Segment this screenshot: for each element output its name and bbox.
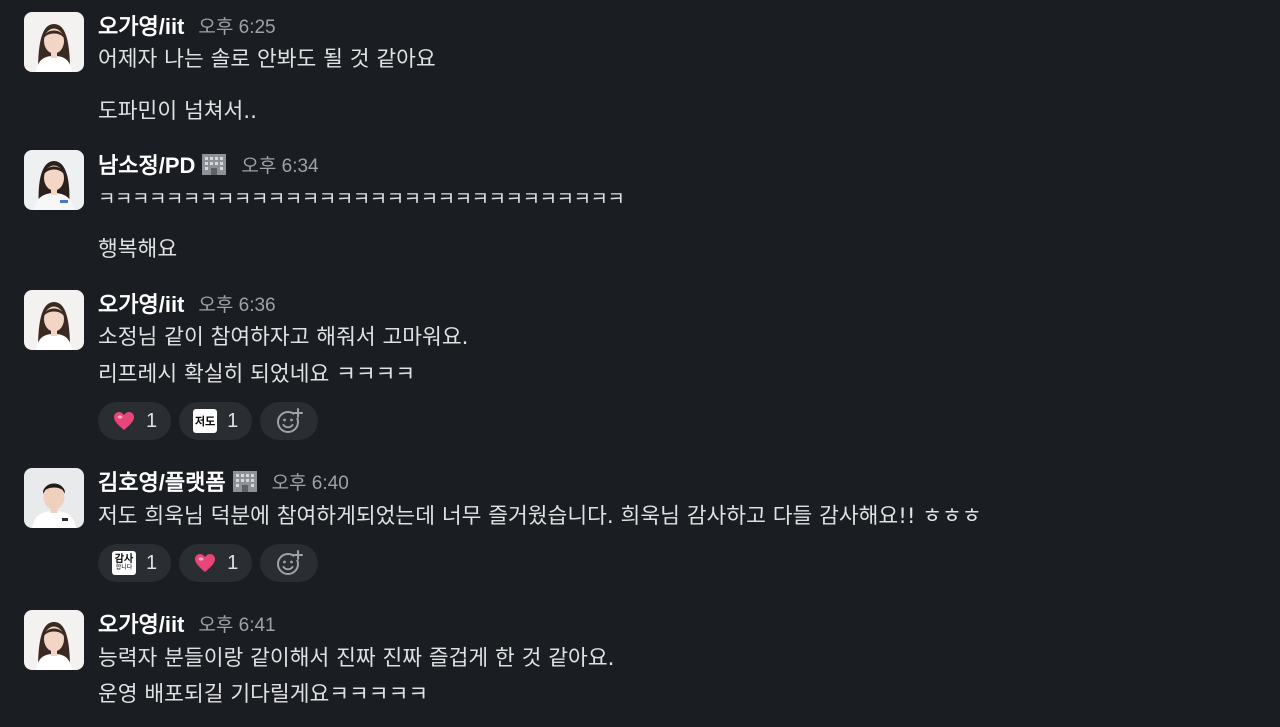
add-reaction-button[interactable] bbox=[260, 544, 319, 582]
avatar-man-portrait-image bbox=[24, 468, 84, 528]
avatar-woman-long-hair-image bbox=[24, 610, 84, 670]
add-emoji-icon bbox=[277, 550, 304, 575]
avatar[interactable] bbox=[24, 290, 84, 350]
message-text: 도파민이 넘쳐서.. bbox=[98, 99, 257, 124]
timestamp[interactable]: 오후 6:40 bbox=[272, 468, 349, 495]
timestamp[interactable]: 오후 6:34 bbox=[241, 151, 318, 178]
avatar[interactable] bbox=[24, 468, 84, 528]
building-icon bbox=[201, 152, 227, 176]
reaction-jeodo[interactable]: 저도 1 bbox=[179, 402, 253, 440]
heart-emoji bbox=[193, 551, 217, 575]
message-text: ㅋㅋㅋㅋㅋㅋㅋㅋㅋㅋㅋㅋㅋㅋㅋㅋㅋㅋㅋㅋㅋㅋㅋㅋㅋㅋㅋㅋㅋㅋㅋ bbox=[98, 188, 625, 210]
author-name[interactable]: 오가영/iit bbox=[98, 9, 184, 41]
author-name[interactable]: 오가영/iit bbox=[98, 607, 184, 639]
message-text: 행복해요 bbox=[98, 237, 178, 262]
reaction-count: 1 bbox=[146, 409, 158, 432]
avatar-woman-long-hair-image bbox=[24, 12, 84, 72]
gamsa-emoji-text-bottom: 합니다 bbox=[115, 564, 133, 571]
message-text: 운영 배포되길 기다릴게요ㅋㅋㅋㅋㅋ bbox=[98, 682, 429, 707]
author-name[interactable]: 남소정/PD bbox=[98, 148, 195, 180]
reactions-bar: 1 저도 1 bbox=[98, 402, 319, 440]
message-text: 저도 희욱님 덕분에 참여하게되었는데 너무 즐거웠습니다. 희욱님 감사하고 … bbox=[98, 504, 982, 529]
gamsa-emoji: 감사 합니다 bbox=[112, 551, 136, 575]
avatar-woman-long-hair-image bbox=[24, 290, 84, 350]
jeodo-emoji: 저도 bbox=[193, 409, 218, 433]
reaction-count: 1 bbox=[146, 551, 158, 574]
reaction-gamsa[interactable]: 감사 합니다 1 bbox=[98, 544, 172, 582]
reaction-count: 1 bbox=[227, 409, 239, 432]
message-text: 능력자 분들이랑 같이해서 진짜 진짜 즐겁게 한 것 같아요. bbox=[98, 646, 615, 671]
jeodo-emoji-text: 저도 bbox=[195, 415, 216, 428]
timestamp[interactable]: 오후 6:41 bbox=[198, 610, 275, 637]
author-name[interactable]: 오가영/iit bbox=[98, 287, 184, 319]
author-name[interactable]: 김호영/플랫폼 bbox=[98, 465, 226, 497]
reactions-bar: 감사 합니다 1 1 bbox=[98, 544, 319, 582]
message-text: 리프레시 확실히 되었네요 ㅋㅋㅋㅋ bbox=[98, 362, 416, 387]
avatar-woman-portrait-image bbox=[24, 150, 84, 210]
timestamp[interactable]: 오후 6:25 bbox=[198, 12, 275, 39]
message-text: 소정님 같이 참여하자고 해줘서 고마워요. bbox=[98, 325, 469, 350]
avatar[interactable] bbox=[24, 12, 84, 72]
avatar[interactable] bbox=[24, 610, 84, 670]
add-reaction-button[interactable] bbox=[260, 402, 319, 440]
heart-emoji bbox=[112, 409, 136, 433]
add-emoji-icon bbox=[277, 408, 304, 433]
message-text: 어제자 나는 솔로 안봐도 될 것 같아요 bbox=[98, 47, 436, 72]
building-icon bbox=[232, 469, 258, 493]
timestamp[interactable]: 오후 6:36 bbox=[198, 290, 275, 317]
avatar[interactable] bbox=[24, 150, 84, 210]
reaction-heart[interactable]: 1 bbox=[98, 402, 172, 440]
reaction-heart[interactable]: 1 bbox=[179, 544, 253, 582]
reaction-count: 1 bbox=[227, 551, 239, 574]
